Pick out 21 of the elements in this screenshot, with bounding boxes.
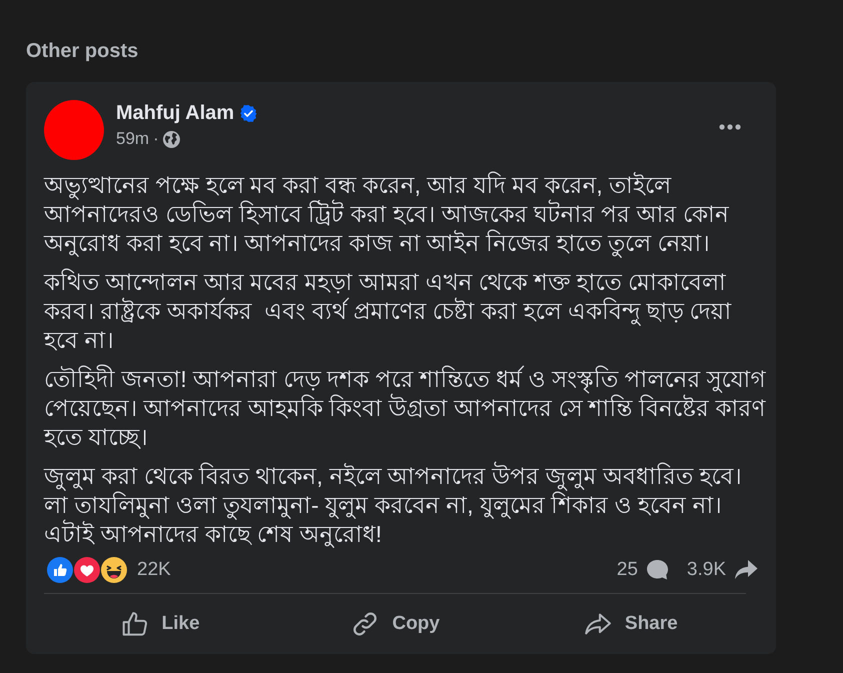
share-arrow-icon: [734, 559, 758, 581]
speech-bubble-icon: [646, 559, 669, 581]
section-title: Other posts: [26, 39, 138, 64]
post-time[interactable]: 59m: [116, 129, 150, 149]
laughing-face-icon[interactable]: [101, 557, 127, 583]
separator-dot: ·: [153, 129, 159, 149]
post-paragraph: তৌহিদী জনতা! আপনারা দেড় দশক পরে শান্তিতে ধর্ম ও সংস্কৃতি পালনের সুযোগ পেয়েছেন। আপনাদের আহমকি কিংবা উগ্রতা আপনাদের সে শান্তি বিনষ্টের কারণ হতে যাচ্ছে।: [44, 365, 767, 452]
post-paragraph: জুলুম করা থেকে বিরত থাকেন, নইলে আপনাদের উপর জুলুম অবধারিত হবে। লা তাযলিমুনা ওলা তুযলামুনা- যুলুম করবেন না, যুলুমের শিকার ও হবেন না। এটাই আপনাদের কাছে শেষ অনুরোধ!: [44, 462, 742, 549]
copy-button[interactable]: Copy: [279, 602, 511, 646]
share-button[interactable]: Share: [514, 602, 746, 646]
reaction-count[interactable]: 22K: [137, 559, 171, 581]
post-paragraph: অভ্যুত্থানের পক্ষে হলে মব করা বন্ধ করেন, আর যদি মব করেন, তাইলে আপনাদেরও ডেভিল হিসাবে ট্রিট করা হবে। আজকের ঘটনার পর আর কোন অনুরোধ করা হবে না। আপনাদের কাজ না আইন নিজের হাতে তুলে নেয়া।: [44, 171, 730, 258]
post-paragraph: কথিত আন্দোলন আর মবের মহড়া আমরা এখন থেকে শক্ত হাতে মোকাবেলা করব। রাষ্ট্রকে অকার্যকর এবং ব্যর্থ প্রমাণের চেষ্টা করা হলে একবিন্দু ছাড় দেয়া হবে না।: [44, 268, 733, 355]
author-name[interactable]: Mahfuj Alam: [116, 102, 234, 124]
comment-count[interactable]: 25: [616, 559, 638, 581]
like-reaction-icon[interactable]: [47, 557, 73, 583]
globe-icon: [162, 130, 180, 148]
more-icon: [719, 124, 741, 130]
like-button[interactable]: Like: [44, 602, 276, 646]
share-count[interactable]: 3.9K: [686, 559, 726, 581]
heart-reaction-icon[interactable]: [74, 557, 100, 583]
